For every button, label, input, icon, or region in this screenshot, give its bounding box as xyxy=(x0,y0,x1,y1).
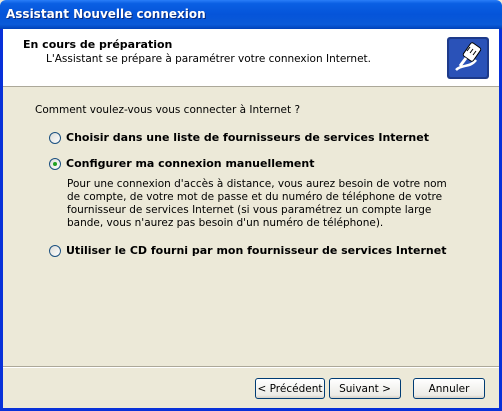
option-manual[interactable]: Configurer ma connexion manuellement xyxy=(49,157,314,170)
radio-manual[interactable] xyxy=(49,157,61,170)
connection-prompt: Comment voulez-vous vous connecter à Int… xyxy=(35,104,301,116)
next-button[interactable]: Suivant > xyxy=(329,378,401,399)
window-title: Assistant Nouvelle connexion xyxy=(6,7,206,21)
back-button[interactable]: < Précédent xyxy=(255,378,325,399)
radio-isp-list[interactable] xyxy=(49,131,61,144)
manual-description: Pour une connexion d'accès à distance, v… xyxy=(67,178,447,229)
button-separator xyxy=(3,366,499,368)
header-subtitle: L'Assistant se prépare à paramétrer votr… xyxy=(46,53,371,65)
option-cd[interactable]: Utiliser le CD fourni par mon fournisseu… xyxy=(49,244,446,257)
header-title: En cours de préparation xyxy=(23,38,173,51)
option-isp-list-label[interactable]: Choisir dans une liste de fournisseurs d… xyxy=(66,131,429,144)
cancel-button[interactable]: Annuler xyxy=(413,378,485,399)
title-bar[interactable]: Assistant Nouvelle connexion xyxy=(0,0,502,29)
option-manual-label[interactable]: Configurer ma connexion manuellement xyxy=(66,157,314,170)
option-cd-label[interactable]: Utiliser le CD fourni par mon fournisseu… xyxy=(66,244,446,257)
radio-cd[interactable] xyxy=(49,244,61,257)
option-isp-list[interactable]: Choisir dans une liste de fournisseurs d… xyxy=(49,131,429,144)
wizard-header: En cours de préparation L'Assistant se p… xyxy=(3,29,499,87)
connection-wizard-icon xyxy=(447,37,489,79)
